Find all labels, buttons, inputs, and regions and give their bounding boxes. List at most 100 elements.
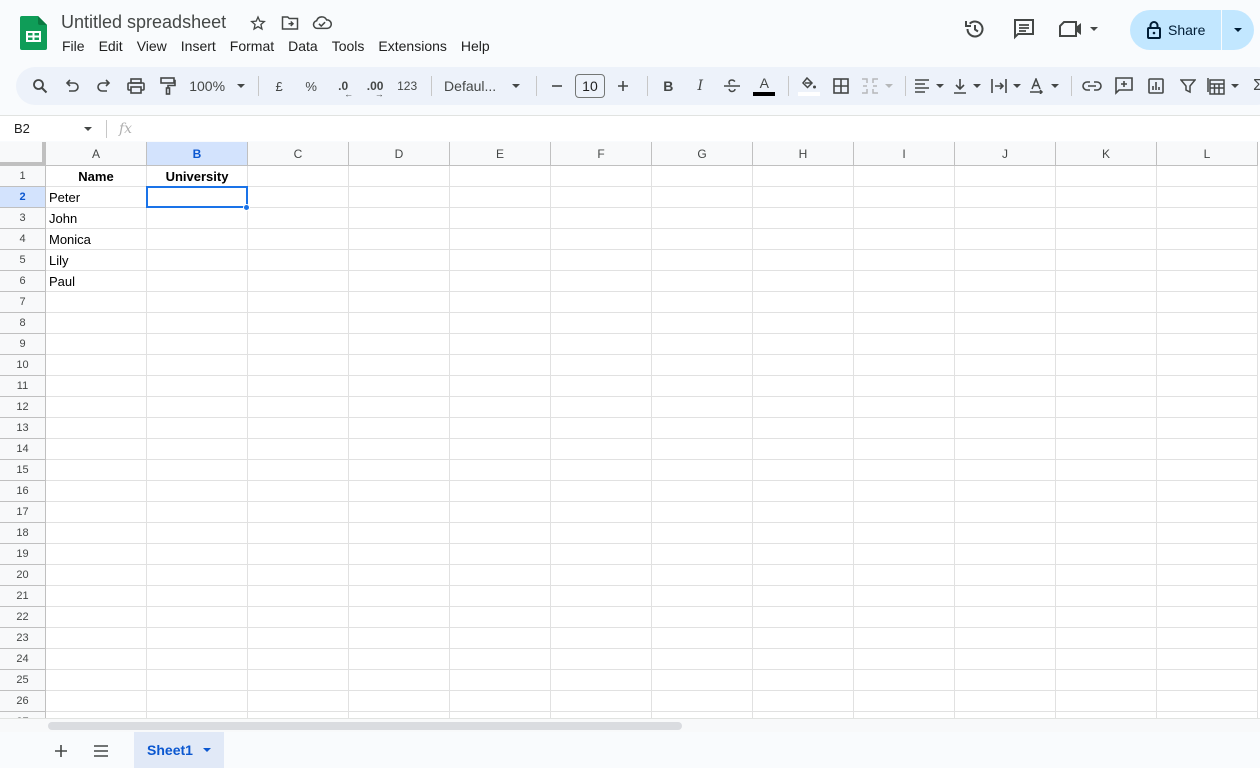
cell-i25[interactable] <box>854 670 955 691</box>
cell-h18[interactable] <box>753 523 854 544</box>
cell-b14[interactable] <box>147 439 248 460</box>
cell-l10[interactable] <box>1157 355 1258 376</box>
row-header-26[interactable]: 26 <box>0 691 46 712</box>
cell-h23[interactable] <box>753 628 854 649</box>
cell-g9[interactable] <box>652 334 753 355</box>
cell-l12[interactable] <box>1157 397 1258 418</box>
borders-button[interactable] <box>827 72 855 100</box>
cell-d11[interactable] <box>349 376 450 397</box>
cell-b9[interactable] <box>147 334 248 355</box>
cell-g4[interactable] <box>652 229 753 250</box>
cell-c12[interactable] <box>248 397 349 418</box>
create-filter-button[interactable] <box>1174 72 1202 100</box>
cell-g18[interactable] <box>652 523 753 544</box>
cell-h4[interactable] <box>753 229 854 250</box>
search-menus-button[interactable] <box>26 72 54 100</box>
cell-f6[interactable] <box>551 271 652 292</box>
column-header-h[interactable]: H <box>753 142 854 166</box>
cell-g8[interactable] <box>652 313 753 334</box>
cell-f22[interactable] <box>551 607 652 628</box>
row-header-24[interactable]: 24 <box>0 649 46 670</box>
cell-l13[interactable] <box>1157 418 1258 439</box>
cell-c3[interactable] <box>248 208 349 229</box>
cell-f17[interactable] <box>551 502 652 523</box>
cell-k17[interactable] <box>1056 502 1157 523</box>
cell-j15[interactable] <box>955 460 1056 481</box>
format-currency-button[interactable]: £ <box>265 72 293 100</box>
row-header-11[interactable]: 11 <box>0 376 46 397</box>
cell-h3[interactable] <box>753 208 854 229</box>
cell-k24[interactable] <box>1056 649 1157 670</box>
cell-h14[interactable] <box>753 439 854 460</box>
cell-f2[interactable] <box>551 187 652 208</box>
cell-f25[interactable] <box>551 670 652 691</box>
menu-help[interactable]: Help <box>454 37 497 55</box>
cell-c13[interactable] <box>248 418 349 439</box>
cell-k9[interactable] <box>1056 334 1157 355</box>
cell-k10[interactable] <box>1056 355 1157 376</box>
cell-e4[interactable] <box>450 229 551 250</box>
cell-k22[interactable] <box>1056 607 1157 628</box>
cell-c20[interactable] <box>248 565 349 586</box>
filter-views-button[interactable] <box>1206 72 1240 100</box>
cell-d14[interactable] <box>349 439 450 460</box>
cell-f16[interactable] <box>551 481 652 502</box>
cell-j16[interactable] <box>955 481 1056 502</box>
font-size-input[interactable]: 10 <box>574 74 606 98</box>
cell-b6[interactable] <box>147 271 248 292</box>
version-history-icon[interactable] <box>960 14 990 44</box>
cell-d26[interactable] <box>349 691 450 712</box>
cell-j13[interactable] <box>955 418 1056 439</box>
cell-a19[interactable] <box>46 544 147 565</box>
row-header-9[interactable]: 9 <box>0 334 46 355</box>
cell-i6[interactable] <box>854 271 955 292</box>
cell-g15[interactable] <box>652 460 753 481</box>
cell-a22[interactable] <box>46 607 147 628</box>
cell-f14[interactable] <box>551 439 652 460</box>
cell-d10[interactable] <box>349 355 450 376</box>
cell-i20[interactable] <box>854 565 955 586</box>
row-header-2[interactable]: 2 <box>0 187 46 208</box>
cell-a24[interactable] <box>46 649 147 670</box>
cell-f21[interactable] <box>551 586 652 607</box>
cell-j9[interactable] <box>955 334 1056 355</box>
cell-l2[interactable] <box>1157 187 1258 208</box>
cell-g13[interactable] <box>652 418 753 439</box>
cell-k6[interactable] <box>1056 271 1157 292</box>
cell-b20[interactable] <box>147 565 248 586</box>
cell-c6[interactable] <box>248 271 349 292</box>
menu-edit[interactable]: Edit <box>92 37 130 55</box>
cell-e24[interactable] <box>450 649 551 670</box>
cell-d25[interactable] <box>349 670 450 691</box>
cell-l24[interactable] <box>1157 649 1258 670</box>
cell-i14[interactable] <box>854 439 955 460</box>
cell-a2[interactable]: Peter <box>46 187 147 208</box>
cell-f7[interactable] <box>551 292 652 313</box>
cell-d18[interactable] <box>349 523 450 544</box>
cell-h5[interactable] <box>753 250 854 271</box>
cell-g12[interactable] <box>652 397 753 418</box>
cell-j26[interactable] <box>955 691 1056 712</box>
cell-j3[interactable] <box>955 208 1056 229</box>
cell-g23[interactable] <box>652 628 753 649</box>
cell-b17[interactable] <box>147 502 248 523</box>
cell-l26[interactable] <box>1157 691 1258 712</box>
cell-g6[interactable] <box>652 271 753 292</box>
strikethrough-button[interactable] <box>718 72 746 100</box>
sheet-tab-sheet1[interactable]: Sheet1 <box>134 732 224 768</box>
cell-l5[interactable] <box>1157 250 1258 271</box>
cell-a18[interactable] <box>46 523 147 544</box>
cell-j2[interactable] <box>955 187 1056 208</box>
cell-i7[interactable] <box>854 292 955 313</box>
row-header-23[interactable]: 23 <box>0 628 46 649</box>
cell-a26[interactable] <box>46 691 147 712</box>
cell-k8[interactable] <box>1056 313 1157 334</box>
insert-link-button[interactable] <box>1078 72 1106 100</box>
cell-l14[interactable] <box>1157 439 1258 460</box>
cell-e13[interactable] <box>450 418 551 439</box>
cell-e9[interactable] <box>450 334 551 355</box>
cell-l9[interactable] <box>1157 334 1258 355</box>
cell-c7[interactable] <box>248 292 349 313</box>
row-header-8[interactable]: 8 <box>0 313 46 334</box>
cell-a16[interactable] <box>46 481 147 502</box>
